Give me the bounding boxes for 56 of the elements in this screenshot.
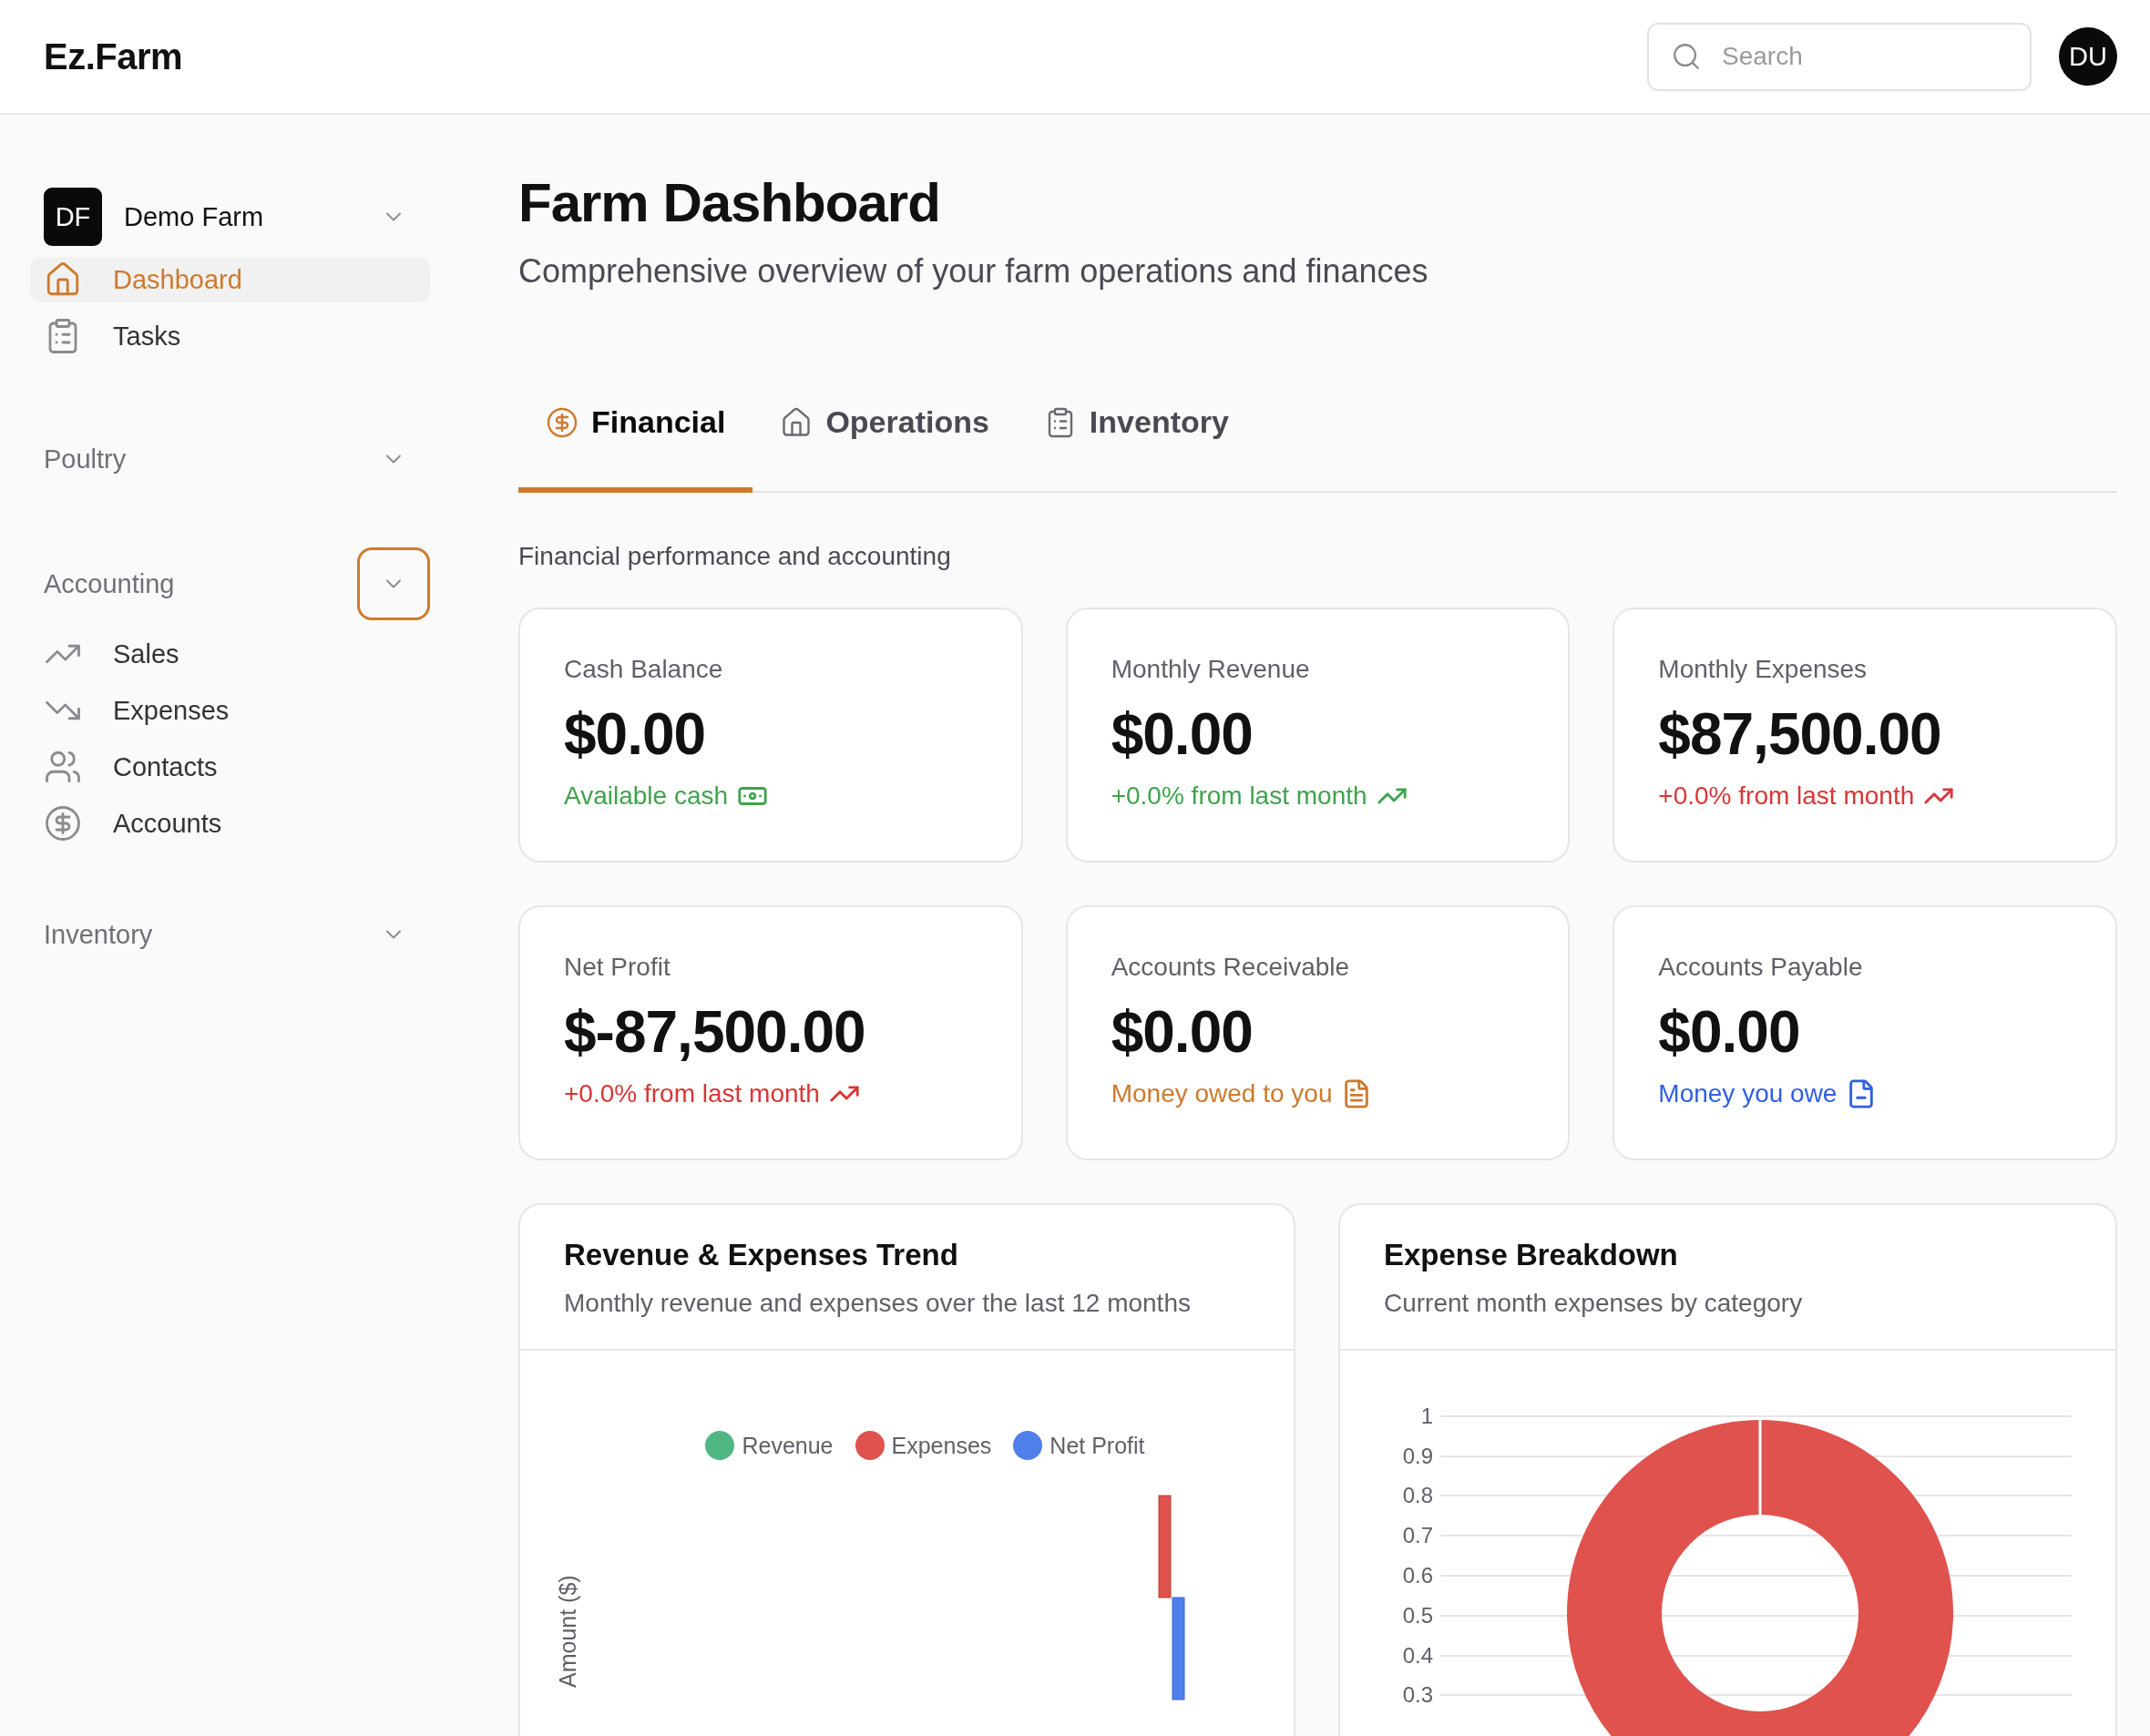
stat-note: Money you owe (1658, 1079, 1838, 1108)
nav-item[interactable]: Sales (30, 631, 430, 677)
axis-tick-label: 0.3 (1401, 1682, 1434, 1709)
page-title: Farm Dashboard (518, 171, 941, 234)
tab[interactable]: Financial (518, 404, 753, 493)
chart-subtitle: Monthly revenue and expenses over the last 12 months (564, 1289, 1192, 1318)
stat-value: $0.00 (1111, 700, 1254, 768)
legend-item[interactable]: Net Profit (1013, 1431, 1145, 1460)
stat-label: Accounts Receivable (1111, 953, 1351, 982)
axis-title: Amount ($) (555, 1575, 581, 1688)
stat-value: $0.00 (1658, 998, 1801, 1066)
stat-note: Money owed to you (1111, 1079, 1333, 1108)
tab[interactable]: Operations (752, 404, 1017, 493)
axis-tick-label: 0.8 (1401, 1483, 1434, 1509)
nav-item[interactable]: Expenses (30, 688, 430, 733)
legend-item[interactable]: Revenue (705, 1431, 834, 1460)
collapse-toggle[interactable] (357, 547, 430, 620)
stat-label: Cash Balance (564, 655, 724, 684)
stat-label: Monthly Expenses (1658, 655, 1868, 684)
section-label: Inventory (44, 919, 153, 950)
nav-item[interactable]: Accounts (30, 801, 430, 846)
chart-title: Revenue & Expenses Trend (564, 1238, 959, 1272)
stat-value: $-87,500.00 (564, 998, 866, 1066)
stat-note: +0.0% from last month (1111, 781, 1367, 811)
stat-label: Accounts Payable (1658, 953, 1864, 982)
app-logo[interactable]: Ez.Farm (44, 36, 1647, 77)
user-avatar[interactable]: DU (2059, 27, 2117, 86)
nav-item[interactable]: Tasks (30, 313, 430, 359)
nav-item[interactable]: Contacts (30, 744, 430, 790)
chart-subtitle: Current month expenses by category (1384, 1289, 1804, 1318)
stat-note: Available cash (564, 781, 729, 811)
stat-label: Net Profit (564, 953, 671, 982)
axis-tick-label: 0.5 (1401, 1602, 1434, 1629)
legend-item[interactable]: Expenses (855, 1431, 992, 1460)
farm-switcher[interactable]: DF Demo Farm (30, 188, 430, 246)
axis-tick-label: 0.6 (1401, 1563, 1434, 1589)
stat-value: $87,500.00 (1658, 700, 1942, 768)
section-label: Accounting (44, 568, 175, 599)
axis-tick-label: 1 (1419, 1403, 1434, 1429)
chart-title: Expense Breakdown (1384, 1238, 1679, 1272)
stat-note: +0.0% from last month (1658, 781, 1915, 811)
page-subtitle: Comprehensive overview of your farm operations and finances (518, 252, 1429, 291)
axis-tick-label: 0.4 (1401, 1642, 1434, 1669)
tab[interactable]: Inventory (1016, 404, 1256, 493)
axis-tick-label: 0.7 (1401, 1523, 1434, 1549)
section-description: Financial performance and accounting (518, 542, 952, 571)
stat-label: Monthly Revenue (1111, 655, 1311, 684)
dollar-icon (44, 804, 82, 842)
stat-value: $0.00 (564, 700, 707, 768)
search-field[interactable]: Search (1647, 22, 2032, 91)
section-label: Poultry (44, 444, 127, 475)
axis-tick-label: 0.9 (1401, 1443, 1434, 1469)
stat-value: $0.00 (1111, 998, 1254, 1066)
stat-note: +0.0% from last month (564, 1079, 820, 1108)
dollar-icon (546, 405, 578, 439)
farm-avatar: DF (44, 188, 102, 246)
